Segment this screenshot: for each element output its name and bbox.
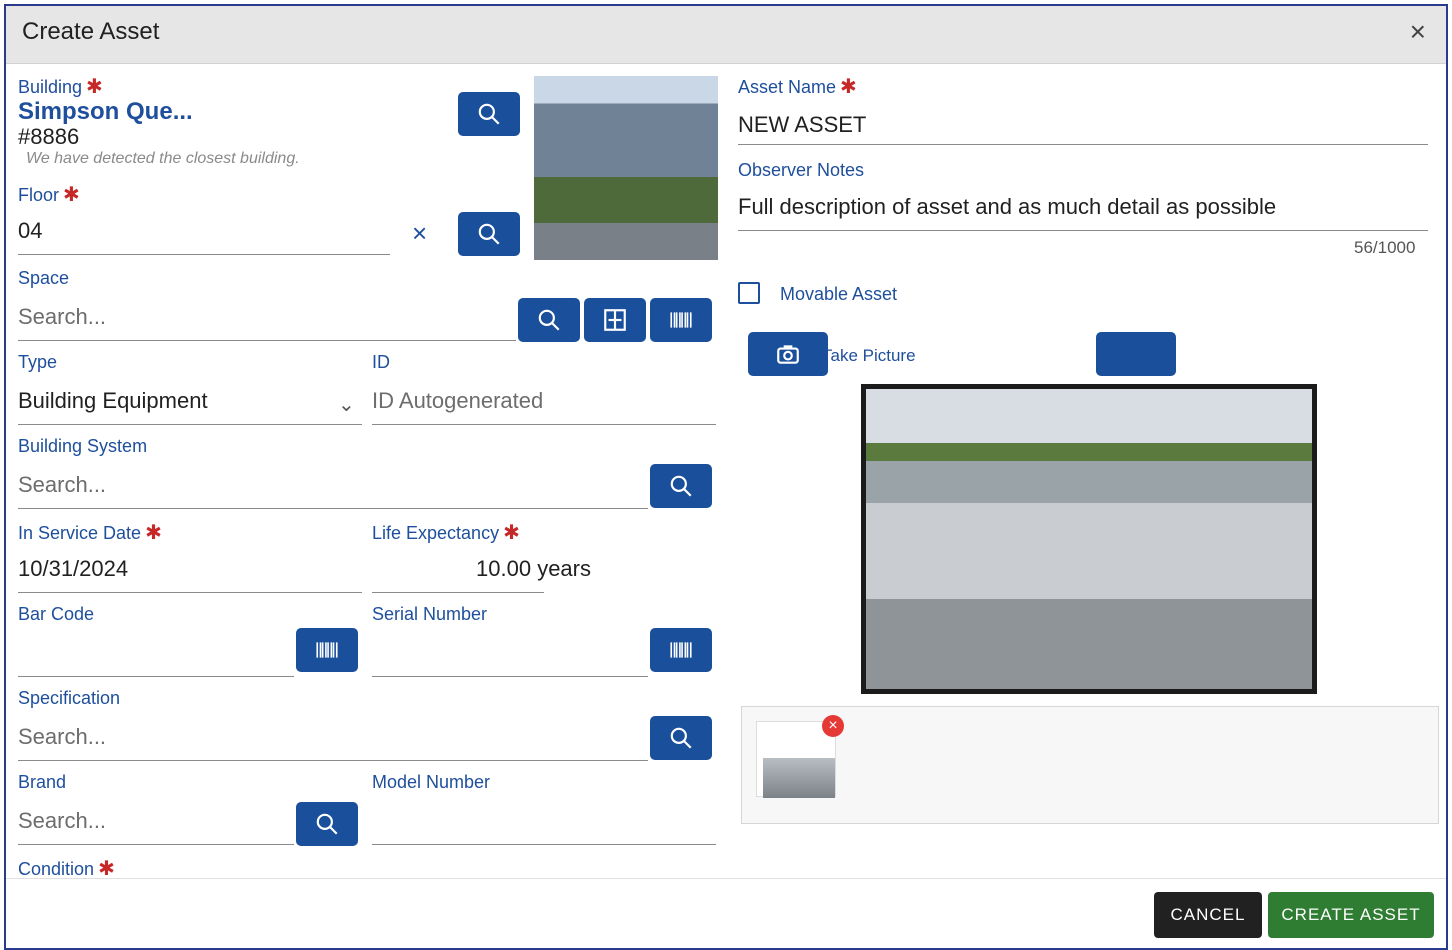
building-label: Building ✱ [18, 76, 103, 98]
barcode-icon [670, 642, 692, 658]
serial-number-label: Serial Number [372, 604, 488, 624]
photo-thumbnails: × [741, 706, 1439, 824]
remove-photo-icon[interactable]: × [822, 715, 844, 737]
space-floorplan-button[interactable] [584, 298, 646, 342]
specification-input[interactable]: Search... [18, 724, 106, 750]
building-photo [534, 76, 718, 260]
serial-number-scan-button[interactable] [650, 628, 712, 672]
life-expectancy-label: Life Expectancy ✱ [372, 522, 520, 544]
floor-search-button[interactable] [458, 212, 520, 256]
asset-photo-preview [861, 384, 1317, 694]
observer-notes-label: Observer Notes [738, 160, 865, 180]
barcode-icon [316, 642, 338, 658]
building-hint: We have detected the closest building. [26, 150, 300, 167]
in-service-date-input[interactable]: 10/31/2024 [18, 556, 128, 582]
create-asset-button[interactable]: CREATE ASSET [1268, 892, 1434, 938]
search-icon [478, 223, 500, 245]
floor-clear-icon[interactable]: × [412, 218, 427, 249]
id-input: ID Autogenerated [372, 388, 544, 413]
notes-character-counter: 56/1000 [1354, 238, 1416, 257]
floor-label: Floor ✱ [18, 184, 80, 206]
bar-code-scan-button[interactable] [296, 628, 358, 672]
space-input[interactable]: Search... [18, 304, 106, 330]
brand-label: Brand [18, 772, 67, 792]
id-label: ID [372, 352, 390, 372]
cancel-button[interactable]: CANCEL [1154, 892, 1262, 938]
search-icon [538, 309, 560, 331]
take-picture-button[interactable] [748, 332, 828, 376]
building-search-button[interactable] [458, 92, 520, 136]
brand-input[interactable]: Search... [18, 808, 106, 834]
close-icon[interactable]: × [1410, 18, 1426, 46]
barcode-icon [670, 312, 692, 328]
search-icon [316, 813, 338, 835]
brand-search-button[interactable] [296, 802, 358, 846]
create-asset-dialog: Create Asset × Building ✱ Simpson Que... … [4, 4, 1448, 950]
type-label: Type [18, 352, 58, 372]
asset-name-label: Asset Name ✱ [738, 76, 857, 98]
building-number: #8886 [18, 124, 80, 149]
choose-photo-button[interactable] [1096, 332, 1176, 376]
type-select[interactable]: Building Equipment [18, 388, 208, 414]
building-name: Simpson Que... [18, 98, 193, 125]
bar-code-label: Bar Code [18, 604, 95, 624]
chevron-down-icon[interactable]: ⌄ [338, 392, 355, 417]
dialog-title: Create Asset [22, 18, 160, 45]
floorplan-icon [604, 309, 626, 331]
observer-notes-input[interactable]: Full description of asset and as much de… [738, 194, 1418, 220]
life-expectancy-input[interactable]: 10.00 years [476, 556, 591, 582]
space-search-button[interactable] [518, 298, 580, 342]
building-system-search-button[interactable] [650, 464, 712, 508]
building-system-input[interactable]: Search... [18, 472, 106, 498]
space-barcode-button[interactable] [650, 298, 712, 342]
search-icon [670, 727, 692, 749]
movable-asset-label[interactable]: Movable Asset [780, 284, 897, 305]
building-system-label: Building System [18, 436, 148, 456]
in-service-date-label: In Service Date ✱ [18, 522, 162, 544]
camera-icon [777, 345, 799, 364]
asset-name-input[interactable]: NEW ASSET [738, 112, 866, 138]
specification-search-button[interactable] [650, 716, 712, 760]
space-label: Space [18, 268, 70, 288]
search-icon [478, 103, 500, 125]
movable-asset-checkbox[interactable] [738, 282, 760, 304]
model-number-label: Model Number [372, 772, 491, 792]
floor-input[interactable]: 04 [18, 218, 42, 244]
specification-label: Specification [18, 688, 121, 708]
search-icon [670, 475, 692, 497]
take-picture-label[interactable]: Take Picture [822, 346, 916, 366]
dialog-header: Create Asset × [6, 6, 1446, 64]
